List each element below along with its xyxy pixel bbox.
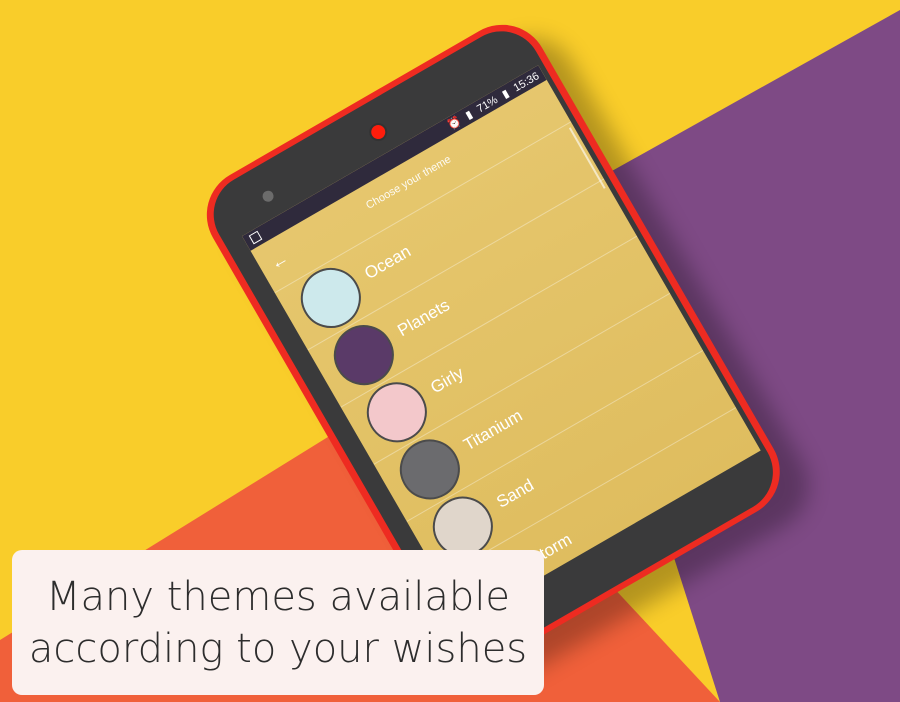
caption-card: Many themes available according to your … xyxy=(12,550,544,695)
theme-label: Girly xyxy=(427,363,467,398)
theme-label: Planets xyxy=(394,295,453,341)
proximity-sensor xyxy=(260,188,276,204)
theme-label: Sand xyxy=(493,475,538,512)
caption-line-1: Many themes available xyxy=(45,573,511,620)
caption-line-2: according to your wishes xyxy=(28,625,528,672)
theme-label: Titanium xyxy=(460,405,526,455)
signal-icon: ▮ xyxy=(463,108,475,123)
front-camera xyxy=(365,119,391,145)
battery-icon: ▮ xyxy=(500,87,512,101)
theme-label: Ocean xyxy=(361,241,415,284)
image-icon xyxy=(248,230,263,245)
